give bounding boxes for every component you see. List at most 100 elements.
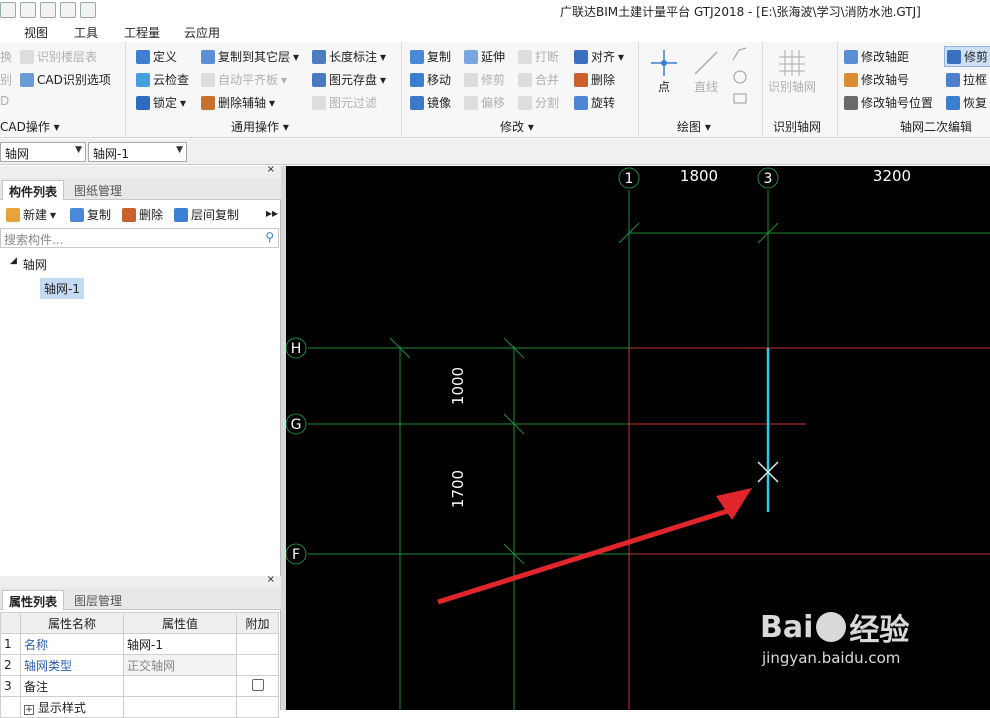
define-button[interactable]: 定义 xyxy=(136,48,177,65)
tab-property-list[interactable]: 属性列表 xyxy=(2,590,65,610)
delete-icon xyxy=(122,207,136,222)
identify-axis-group: 识别轴网 识别轴网 xyxy=(763,42,838,138)
identify-group-label: 识别轴网 xyxy=(773,120,822,134)
header-property-name: 属性名称 xyxy=(20,612,124,634)
property-name: + 显示样式 xyxy=(20,696,124,718)
offset-icon xyxy=(464,95,478,110)
delete-component-button[interactable]: 删除 xyxy=(122,206,163,223)
menu-view[interactable]: 视图 xyxy=(24,24,48,41)
undo-icon[interactable] xyxy=(40,2,56,18)
identify-floor-table-button[interactable]: 识别楼层表 xyxy=(20,48,97,65)
general-group-label[interactable]: 通用操作 ▾ xyxy=(231,118,289,135)
general-group: 定义 复制到其它层 ▾ 长度标注 ▾ 云检查 自动平齐板 ▾ 图元存盘 ▾ 锁定… xyxy=(126,42,402,138)
dimension-1800: 1800 xyxy=(680,167,718,185)
chevron-down-icon: ▼ xyxy=(75,145,82,155)
table-row[interactable]: 3 备注 xyxy=(0,675,279,697)
element-filter-button[interactable]: 图元过滤 xyxy=(312,94,377,111)
search-icon[interactable]: ⚲ xyxy=(265,230,274,244)
lock-button[interactable]: 锁定 ▾ xyxy=(136,94,186,111)
axis-trim-button[interactable]: 修剪 xyxy=(944,46,990,67)
grid-icon[interactable] xyxy=(60,2,76,18)
mirror-button[interactable]: 镜像 xyxy=(410,94,451,111)
table-row[interactable]: 2 轴网类型 正交轴网 xyxy=(0,654,279,676)
menu-quantities[interactable]: 工程量 xyxy=(124,24,160,41)
copy-to-other-layer-button[interactable]: 复制到其它层 ▾ xyxy=(201,48,299,65)
property-value-input[interactable]: 轴网-1 xyxy=(123,633,237,655)
dimension-3200: 3200 xyxy=(873,167,911,185)
rotate-button[interactable]: 旋转 xyxy=(574,94,615,111)
component-list-panel: × 构件列表 图纸管理 新建 ▾ 复制 删除 层间复制 ▸▸ 搜索构件... ⚲… xyxy=(0,164,281,576)
cloud-check-button[interactable]: 云检查 xyxy=(136,71,189,88)
cad-item-3[interactable]: D xyxy=(0,94,9,108)
cad-item-2[interactable]: 别 xyxy=(0,71,12,88)
property-value-input[interactable] xyxy=(123,675,237,697)
modify-spacing-button[interactable]: 修改轴距 xyxy=(844,48,909,65)
delete-aux-axis-button[interactable]: 删除辅轴 ▾ xyxy=(201,94,275,111)
axis-label-G: G xyxy=(291,417,302,433)
restore-button[interactable]: 恢复 xyxy=(946,94,987,111)
merge-button[interactable]: 合并 xyxy=(518,71,559,88)
move-icon xyxy=(410,72,424,87)
line-button[interactable]: 直线 xyxy=(691,48,721,95)
delete-button[interactable]: 删除 xyxy=(574,71,615,88)
copy-icon xyxy=(410,49,424,64)
modify-group-label[interactable]: 修改 ▾ xyxy=(500,118,534,135)
mirror-icon xyxy=(410,95,424,110)
cad-identify-options-button[interactable]: CAD识别选项 xyxy=(20,71,111,88)
cad-item-1[interactable]: 换 xyxy=(0,48,12,65)
draw-shape-icons[interactable] xyxy=(731,46,749,106)
menu-cloud[interactable]: 云应用 xyxy=(184,24,220,41)
auto-level-slab-button[interactable]: 自动平齐板 ▾ xyxy=(201,71,287,88)
close-icon[interactable]: × xyxy=(267,164,275,175)
point-button[interactable]: 点 xyxy=(649,48,679,95)
stretch-box-button[interactable]: 拉框 xyxy=(946,71,987,88)
modify-number-position-button[interactable]: 修改轴号位置 xyxy=(844,94,933,111)
close-icon[interactable]: × xyxy=(267,574,275,585)
element-save-button[interactable]: 图元存盘 ▾ xyxy=(312,71,386,88)
tree-node-root[interactable]: ◢ 轴网 xyxy=(10,256,47,273)
copy-component-button[interactable]: 复制 xyxy=(70,206,111,223)
modify-group: 复制 延伸 打断 对齐 ▾ 移动 修剪 合并 删除 镜像 偏移 分割 旋转 修改… xyxy=(402,42,639,138)
tab-drawing-management[interactable]: 图纸管理 xyxy=(68,180,128,200)
component-type-select[interactable]: 轴网 ▼ xyxy=(0,142,86,162)
panel-titlebar: × xyxy=(0,164,281,178)
export-icon[interactable] xyxy=(80,2,96,18)
property-name: 备注 xyxy=(20,675,124,697)
floor-copy-button[interactable]: 层间复制 xyxy=(174,206,239,223)
identify-axis-button[interactable]: 识别轴网 xyxy=(768,48,816,95)
component-selector-row: 轴网 ▼ 轴网-1 ▼ xyxy=(0,139,990,165)
offset-button[interactable]: 偏移 xyxy=(464,94,505,111)
length-annotation-button[interactable]: 长度标注 ▾ xyxy=(312,48,386,65)
property-tabs: 属性列表 图层管理 xyxy=(0,588,281,610)
tab-component-list[interactable]: 构件列表 xyxy=(2,180,65,200)
delete-icon xyxy=(574,72,588,87)
tree-node-axis-1[interactable]: 轴网-1 xyxy=(40,278,84,299)
axis-label-3: 3 xyxy=(764,171,773,187)
expand-icon[interactable]: ◢ xyxy=(10,256,17,273)
table-row[interactable]: + 显示样式 xyxy=(0,696,279,718)
position-icon xyxy=(844,95,858,110)
open-icon[interactable] xyxy=(0,2,16,18)
move-button[interactable]: 移动 xyxy=(410,71,451,88)
new-button[interactable]: 新建 ▾ xyxy=(6,206,56,223)
tab-layer-management[interactable]: 图层管理 xyxy=(68,590,128,610)
split-button[interactable]: 分割 xyxy=(518,94,559,111)
save-icon[interactable] xyxy=(20,2,36,18)
title-bar: 广联达BIM土建计量平台 GTJ2018 - [E:\张海波\学习\消防水池.G… xyxy=(0,0,990,22)
table-row[interactable]: 1 名称 轴网-1 xyxy=(0,633,279,655)
trim-button[interactable]: 修剪 xyxy=(464,71,505,88)
copy-button[interactable]: 复制 xyxy=(410,48,451,65)
more-icon[interactable]: ▸▸ xyxy=(266,206,278,220)
property-value: 正交轴网 xyxy=(123,654,237,676)
align-button[interactable]: 对齐 ▾ xyxy=(574,48,624,65)
floor-copy-icon xyxy=(174,207,188,222)
component-search-input[interactable]: 搜索构件... ⚲ xyxy=(0,228,279,248)
modify-number-button[interactable]: 修改轴号 xyxy=(844,71,909,88)
extra-checkbox[interactable] xyxy=(251,678,264,691)
break-button[interactable]: 打断 xyxy=(518,48,559,65)
extend-button[interactable]: 延伸 xyxy=(464,48,505,65)
menu-tools[interactable]: 工具 xyxy=(74,24,98,41)
draw-group-label[interactable]: 绘图 ▾ xyxy=(677,118,711,135)
component-instance-select[interactable]: 轴网-1 ▼ xyxy=(88,142,187,162)
cad-group-label[interactable]: CAD操作 ▾ xyxy=(0,118,60,135)
